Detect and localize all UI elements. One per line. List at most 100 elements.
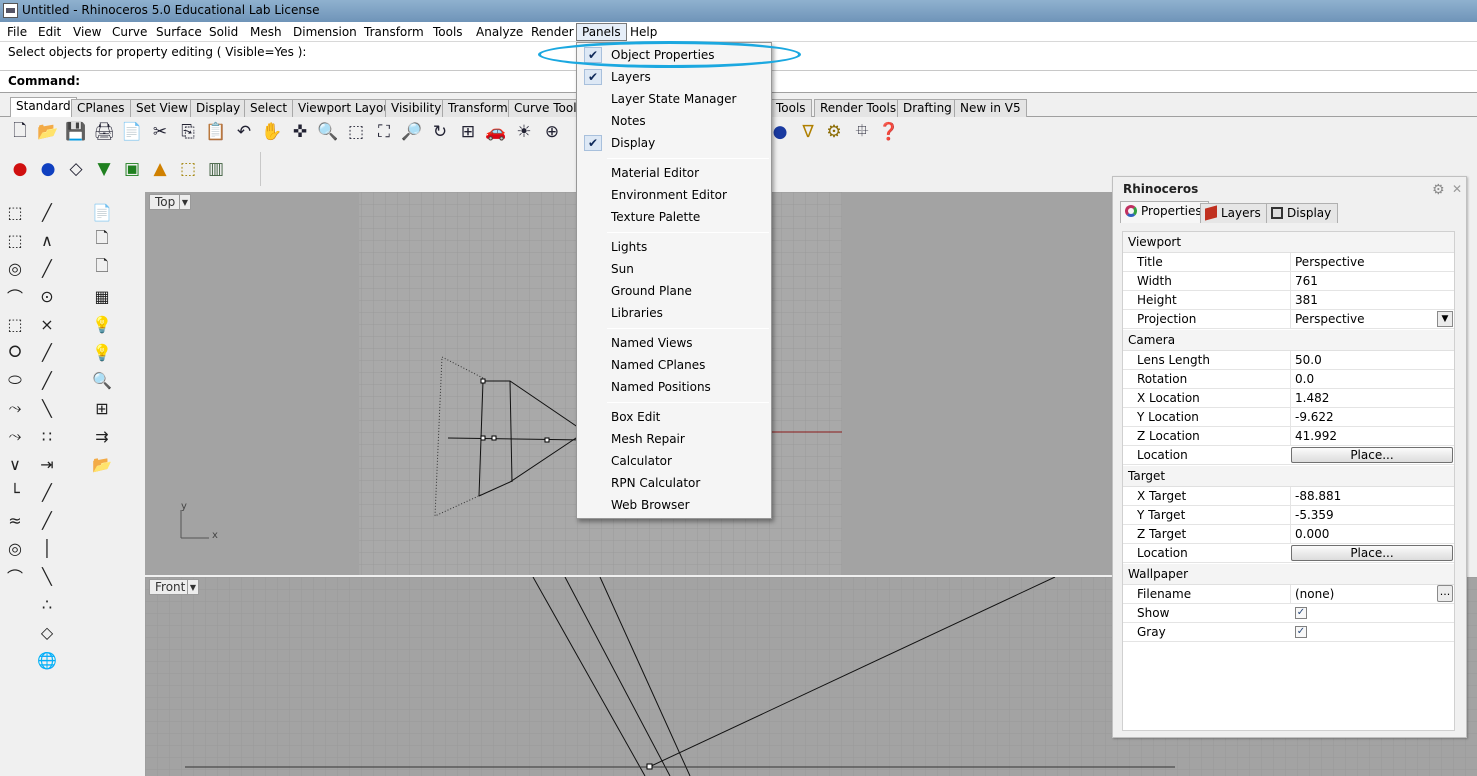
prop-filename-value[interactable]: (none)... [1290, 585, 1454, 604]
open-folder-icon[interactable]: 📂 [90, 452, 114, 476]
menu-item-mesh-repair[interactable]: Mesh Repair [579, 428, 769, 450]
tab-cplanes[interactable]: CPlanes [71, 99, 131, 117]
menu-solid[interactable]: Solid [204, 24, 243, 40]
cut-icon[interactable]: ✂ [148, 120, 172, 144]
globe-icon[interactable]: 🌐 [35, 648, 59, 672]
tab-display[interactable]: Display [1266, 203, 1339, 223]
point-icon[interactable]: ⬚ [3, 200, 27, 224]
menu-item-libraries[interactable]: Libraries [579, 302, 769, 324]
settings-gear-icon[interactable]: ⚙ [822, 120, 846, 144]
split-icon[interactable]: ⇥ [35, 452, 59, 476]
cone-icon[interactable]: ▲ [148, 157, 172, 181]
new-icon[interactable]: 🗋 [8, 120, 32, 144]
pan-icon[interactable]: ✋ [260, 120, 284, 144]
offset-icon[interactable]: ≈ [3, 508, 27, 532]
command-input[interactable] [80, 73, 1470, 90]
camera-place-button[interactable]: Place... [1291, 447, 1453, 463]
shaded-icon[interactable]: ▼ [92, 157, 116, 181]
menu-panels[interactable]: Panels [576, 23, 627, 41]
undo-icon[interactable]: ↶ [232, 120, 256, 144]
render-icon[interactable]: ▣ [120, 157, 144, 181]
prop-width-value[interactable]: 761 [1290, 272, 1454, 291]
copy-tool-icon[interactable]: ╲ [35, 564, 59, 588]
prop-title-value[interactable]: Perspective [1290, 253, 1454, 272]
chevron-down-icon[interactable]: ▼ [1437, 311, 1453, 327]
circle-center-icon[interactable]: ⊙ [35, 284, 59, 308]
prop-height-value[interactable]: 381 [1290, 291, 1454, 310]
menu-analyze[interactable]: Analyze [471, 24, 528, 40]
menu-item-calculator[interactable]: Calculator [579, 450, 769, 472]
copy-icon[interactable]: ⎘ [176, 120, 200, 144]
curve-tool-icon[interactable]: ╱ [35, 256, 59, 280]
menu-view[interactable]: View [68, 24, 106, 40]
open-icon[interactable]: 📂 [36, 120, 60, 144]
chevron-down-icon[interactable]: ▼ [187, 579, 199, 595]
four-viewports-icon[interactable]: ⊞ [456, 120, 480, 144]
join-icon[interactable]: ⯐ [850, 120, 874, 144]
tab-standard[interactable]: Standard [10, 97, 77, 117]
polyline-icon[interactable]: ⬚ [3, 228, 27, 252]
array-icon[interactable]: ∷ [35, 424, 59, 448]
menu-item-box-edit[interactable]: Box Edit [579, 406, 769, 428]
menu-file[interactable]: File [2, 24, 32, 40]
join-tool-icon[interactable]: ╱ [35, 480, 59, 504]
prop-z-target-value[interactable]: 0.000 [1290, 525, 1454, 544]
axis-icon[interactable]: ⨯ [35, 312, 59, 336]
blank-page-icon[interactable]: 🗋 [90, 256, 114, 280]
menu-tools[interactable]: Tools [428, 24, 468, 40]
show-checkbox[interactable]: ✓ [1295, 607, 1307, 619]
ellipse-icon[interactable]: ⬭ [3, 368, 27, 392]
spiral-icon[interactable]: ∨ [3, 452, 27, 476]
print-icon[interactable]: 🖨 [92, 120, 116, 144]
menu-item-environment-editor[interactable]: Environment Editor [579, 184, 769, 206]
rotate-icon[interactable]: ↻ [428, 120, 452, 144]
viewport-top-label[interactable]: Top [149, 194, 182, 210]
tab-transform[interactable]: Transform [442, 99, 514, 117]
menu-item-sun[interactable]: Sun [579, 258, 769, 280]
zoom-selected-icon[interactable]: 🔎 [400, 120, 424, 144]
blue-sphere-icon[interactable]: ● [36, 157, 60, 181]
object-icon[interactable]: ▥ [204, 157, 228, 181]
tab-tools[interactable]: Tools [770, 99, 812, 117]
paste-icon[interactable]: 📋 [204, 120, 228, 144]
polygon-icon[interactable]: ⤳ [3, 396, 27, 420]
menu-item-ground-plane[interactable]: Ground Plane [579, 280, 769, 302]
close-icon[interactable]: ✕ [1452, 182, 1462, 196]
move-icon[interactable]: │ [35, 536, 59, 560]
scale-icon[interactable]: ∴ [35, 592, 59, 616]
menu-mesh[interactable]: Mesh [245, 24, 287, 40]
prop-y-location-value[interactable]: -9.622 [1290, 408, 1454, 427]
menu-item-layers[interactable]: ✔ Layers [579, 66, 769, 88]
curve-icon[interactable]: ◎ [3, 256, 27, 280]
extend-icon[interactable]: ╱ [35, 368, 59, 392]
import-icon[interactable]: 📄 [120, 120, 144, 144]
add-page-icon[interactable]: ⊞ [90, 396, 114, 420]
target-icon[interactable]: ⊕ [540, 120, 564, 144]
gray-checkbox[interactable]: ✓ [1295, 626, 1307, 638]
polyline-tool-icon[interactable]: ∧ [35, 228, 59, 252]
trim-icon[interactable]: ╲ [35, 396, 59, 420]
document-icon[interactable]: 📄 [90, 200, 114, 224]
prop-y-target-value[interactable]: -5.359 [1290, 506, 1454, 525]
tab-set-view[interactable]: Set View [130, 99, 194, 117]
zoom-extents-icon[interactable]: ⛶ [372, 120, 396, 144]
tab-render-tools[interactable]: Render Tools [814, 99, 903, 117]
menu-item-material-editor[interactable]: Material Editor [579, 162, 769, 184]
gear-icon[interactable]: ⚙ [1432, 182, 1445, 198]
spotlight-icon[interactable]: ∇ [796, 120, 820, 144]
menu-item-display[interactable]: ✔ Display [579, 132, 769, 154]
arc-icon[interactable]: ⌒ [3, 284, 27, 308]
prop-lens-length-value[interactable]: 50.0 [1290, 351, 1454, 370]
prop-rotation-value[interactable]: 0.0 [1290, 370, 1454, 389]
arc-tool-icon[interactable]: ⌒ [3, 564, 27, 588]
prop-x-location-value[interactable]: 1.482 [1290, 389, 1454, 408]
grid-page-icon[interactable]: ▦ [90, 284, 114, 308]
menu-item-named-views[interactable]: Named Views [579, 332, 769, 354]
menu-item-notes[interactable]: Notes [579, 110, 769, 132]
bulb-page-icon[interactable]: 💡 [90, 312, 114, 336]
bbox-icon[interactable]: ⬚ [176, 157, 200, 181]
target-place-button[interactable]: Place... [1291, 545, 1453, 561]
tab-properties[interactable]: Properties [1120, 201, 1209, 223]
menu-item-named-cplanes[interactable]: Named CPlanes [579, 354, 769, 376]
menu-render[interactable]: Render [526, 24, 579, 40]
